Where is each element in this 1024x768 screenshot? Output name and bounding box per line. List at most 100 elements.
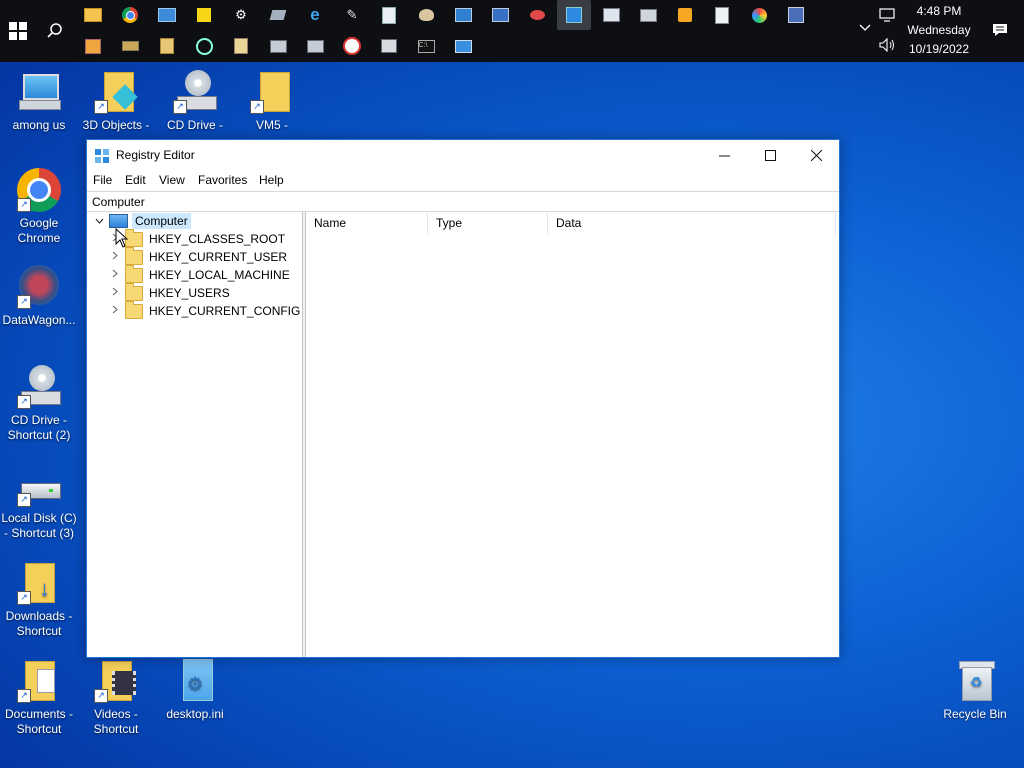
shortcut-arrow-icon: ↗ xyxy=(94,689,108,703)
desktop-icon-label: among us xyxy=(12,118,66,132)
folder-icon xyxy=(125,264,143,283)
notification-icon[interactable] xyxy=(992,22,1008,41)
search-folder-icon[interactable] xyxy=(193,35,215,57)
paint-icon[interactable] xyxy=(415,4,437,26)
network-icon[interactable] xyxy=(156,4,178,26)
lock-file-icon[interactable] xyxy=(230,35,252,57)
folder-icon: ↗ xyxy=(250,70,294,114)
maximize-button[interactable] xyxy=(747,140,793,171)
chevron-right-icon[interactable] xyxy=(109,251,121,263)
datawagon-icon: ↗ xyxy=(17,265,61,309)
desktop-icon-cd-drive-2[interactable]: ↗ CD Drive - Shortcut (2) xyxy=(0,365,78,443)
chevron-right-icon[interactable] xyxy=(109,287,121,299)
volume-icon[interactable] xyxy=(879,37,897,55)
chrome-icon[interactable] xyxy=(119,4,141,26)
document-icon[interactable] xyxy=(711,4,733,26)
registry-tree: Computer HKEY_CLASSES_ROOT HKEY_CURRENT_… xyxy=(87,211,303,657)
desktop-icon-label: Recycle Bin xyxy=(943,707,1007,721)
desktop-icon-among-us[interactable]: among us xyxy=(0,70,78,133)
compass-icon[interactable] xyxy=(341,35,363,57)
tree-item-label: HKEY_CURRENT_CONFIG xyxy=(149,304,301,318)
column-header-name[interactable]: Name xyxy=(306,211,428,235)
start-button[interactable] xyxy=(0,0,36,62)
desktop-icon-label: VM5 - xyxy=(255,118,288,132)
archive-icon[interactable] xyxy=(156,35,178,57)
notepad-icon[interactable] xyxy=(378,4,400,26)
drive2-icon[interactable] xyxy=(304,35,326,57)
desktop-icon-cd-drive[interactable]: ↗ CD Drive - xyxy=(156,70,234,142)
tree-item-hkey-users[interactable]: HKEY_USERS xyxy=(109,282,230,302)
clock[interactable]: 4:48 PM Wednesday 10/19/2022 xyxy=(899,2,979,59)
tree-item-hkey-current-config[interactable]: HKEY_CURRENT_CONFIG xyxy=(109,300,301,320)
tree-item-computer[interactable]: Computer xyxy=(93,212,191,230)
desktop-icon-videos[interactable]: ↗ Videos - Shortcut xyxy=(77,659,155,737)
close-icon xyxy=(810,150,822,161)
values-list: Name Type Data xyxy=(306,211,839,657)
internet-explorer-icon[interactable]: e xyxy=(304,4,326,26)
address-bar[interactable]: Computer xyxy=(87,191,839,212)
tree-item-hkey-current-user[interactable]: HKEY_CURRENT_USER xyxy=(109,246,288,266)
tree-item-hkey-classes-root[interactable]: HKEY_CLASSES_ROOT xyxy=(109,228,286,248)
close-button[interactable] xyxy=(793,140,839,171)
drive-icon[interactable] xyxy=(119,35,141,57)
menu-help[interactable]: Help xyxy=(259,173,284,187)
printer-icon[interactable] xyxy=(637,4,659,26)
menu-view[interactable]: View xyxy=(159,173,185,187)
tree-item-label: HKEY_CURRENT_USER xyxy=(149,250,288,264)
registry-editor-icon[interactable] xyxy=(557,0,591,30)
desktop-icon-label: desktop.ini xyxy=(166,707,224,721)
printer2-icon[interactable] xyxy=(378,35,400,57)
signature-icon[interactable]: ✎ xyxy=(341,4,363,26)
app3-icon[interactable] xyxy=(785,4,807,26)
desktop-icon-datawagon[interactable]: ↗ DataWagon... xyxy=(0,265,78,328)
title-bar[interactable]: Registry Editor xyxy=(87,140,839,171)
registry-editor-window: Registry Editor File Edit View Favorites… xyxy=(86,139,840,658)
app-icon[interactable] xyxy=(267,4,289,26)
settings-file-icon: ⚙ xyxy=(173,659,217,703)
minimize-icon xyxy=(718,155,730,157)
desktop-icon-google-chrome[interactable]: ↗ Google Chrome xyxy=(0,168,78,246)
media-player-icon[interactable] xyxy=(674,4,696,26)
window-icon[interactable] xyxy=(600,4,622,26)
tree-item-label: HKEY_CLASSES_ROOT xyxy=(149,232,286,246)
settings-icon[interactable]: ⚙ xyxy=(230,4,252,26)
desktop-icon-label: Local Disk (C) - Shortcut (3) xyxy=(1,511,77,540)
command-prompt-icon[interactable]: C:\ xyxy=(415,35,437,57)
desktop-icon-downloads[interactable]: ↓ ↗ Downloads - Shortcut xyxy=(0,561,78,639)
search-button[interactable] xyxy=(38,0,72,62)
desktop-icon-desktop-ini[interactable]: ⚙ desktop.ini xyxy=(156,659,234,722)
desktop-icon-3d-objects[interactable]: ↗ 3D Objects - xyxy=(77,70,155,142)
menu-edit[interactable]: Edit xyxy=(125,173,146,187)
chevron-right-icon[interactable] xyxy=(109,269,121,281)
file-explorer-icon[interactable] xyxy=(82,4,104,26)
clock-time: 4:48 PM xyxy=(916,4,962,18)
menu-favorites[interactable]: Favorites xyxy=(198,173,247,187)
desktop-icon-vm5[interactable]: ↗ VM5 - xyxy=(233,70,311,142)
chevron-down-icon[interactable] xyxy=(93,216,105,227)
chrome-icon: ↗ xyxy=(17,168,61,212)
chevron-right-icon[interactable] xyxy=(109,305,121,317)
desktop-icon-documents[interactable]: ↗ Documents - Shortcut xyxy=(0,659,78,737)
app2-icon[interactable] xyxy=(526,4,548,26)
tool-icon[interactable] xyxy=(82,35,104,57)
column-header-type[interactable]: Type xyxy=(428,211,548,235)
menu-file[interactable]: File xyxy=(93,173,112,187)
desktop-icon-recycle-bin[interactable]: ♻ Recycle Bin xyxy=(936,659,1014,722)
minimize-button[interactable] xyxy=(701,140,747,171)
remote-desktop-icon[interactable] xyxy=(452,4,474,26)
media-icon[interactable] xyxy=(489,4,511,26)
tree-item-hkey-local-machine[interactable]: HKEY_LOCAL_MACHINE xyxy=(109,264,290,284)
cd-drive-icon: ↗ xyxy=(173,70,217,114)
sticky-notes-icon[interactable] xyxy=(193,4,215,26)
disc-icon[interactable] xyxy=(748,4,770,26)
monitor-icon[interactable] xyxy=(452,35,474,57)
taskbar: ⚙ e ✎ C:\ 4:48 PM Wednesday 10/19/2022 xyxy=(0,0,1024,62)
storage-icon[interactable] xyxy=(267,35,289,57)
network-status-icon[interactable] xyxy=(879,8,897,25)
menu-bar: File Edit View Favorites Help xyxy=(87,171,839,191)
column-header-data[interactable]: Data xyxy=(548,211,836,235)
desktop-icon-local-disk[interactable]: ↗ Local Disk (C) - Shortcut (3) xyxy=(0,463,78,541)
desktop-icon-label: Downloads - Shortcut xyxy=(5,609,73,638)
folder-icon xyxy=(125,300,143,319)
chevron-up-icon[interactable] xyxy=(859,21,871,35)
